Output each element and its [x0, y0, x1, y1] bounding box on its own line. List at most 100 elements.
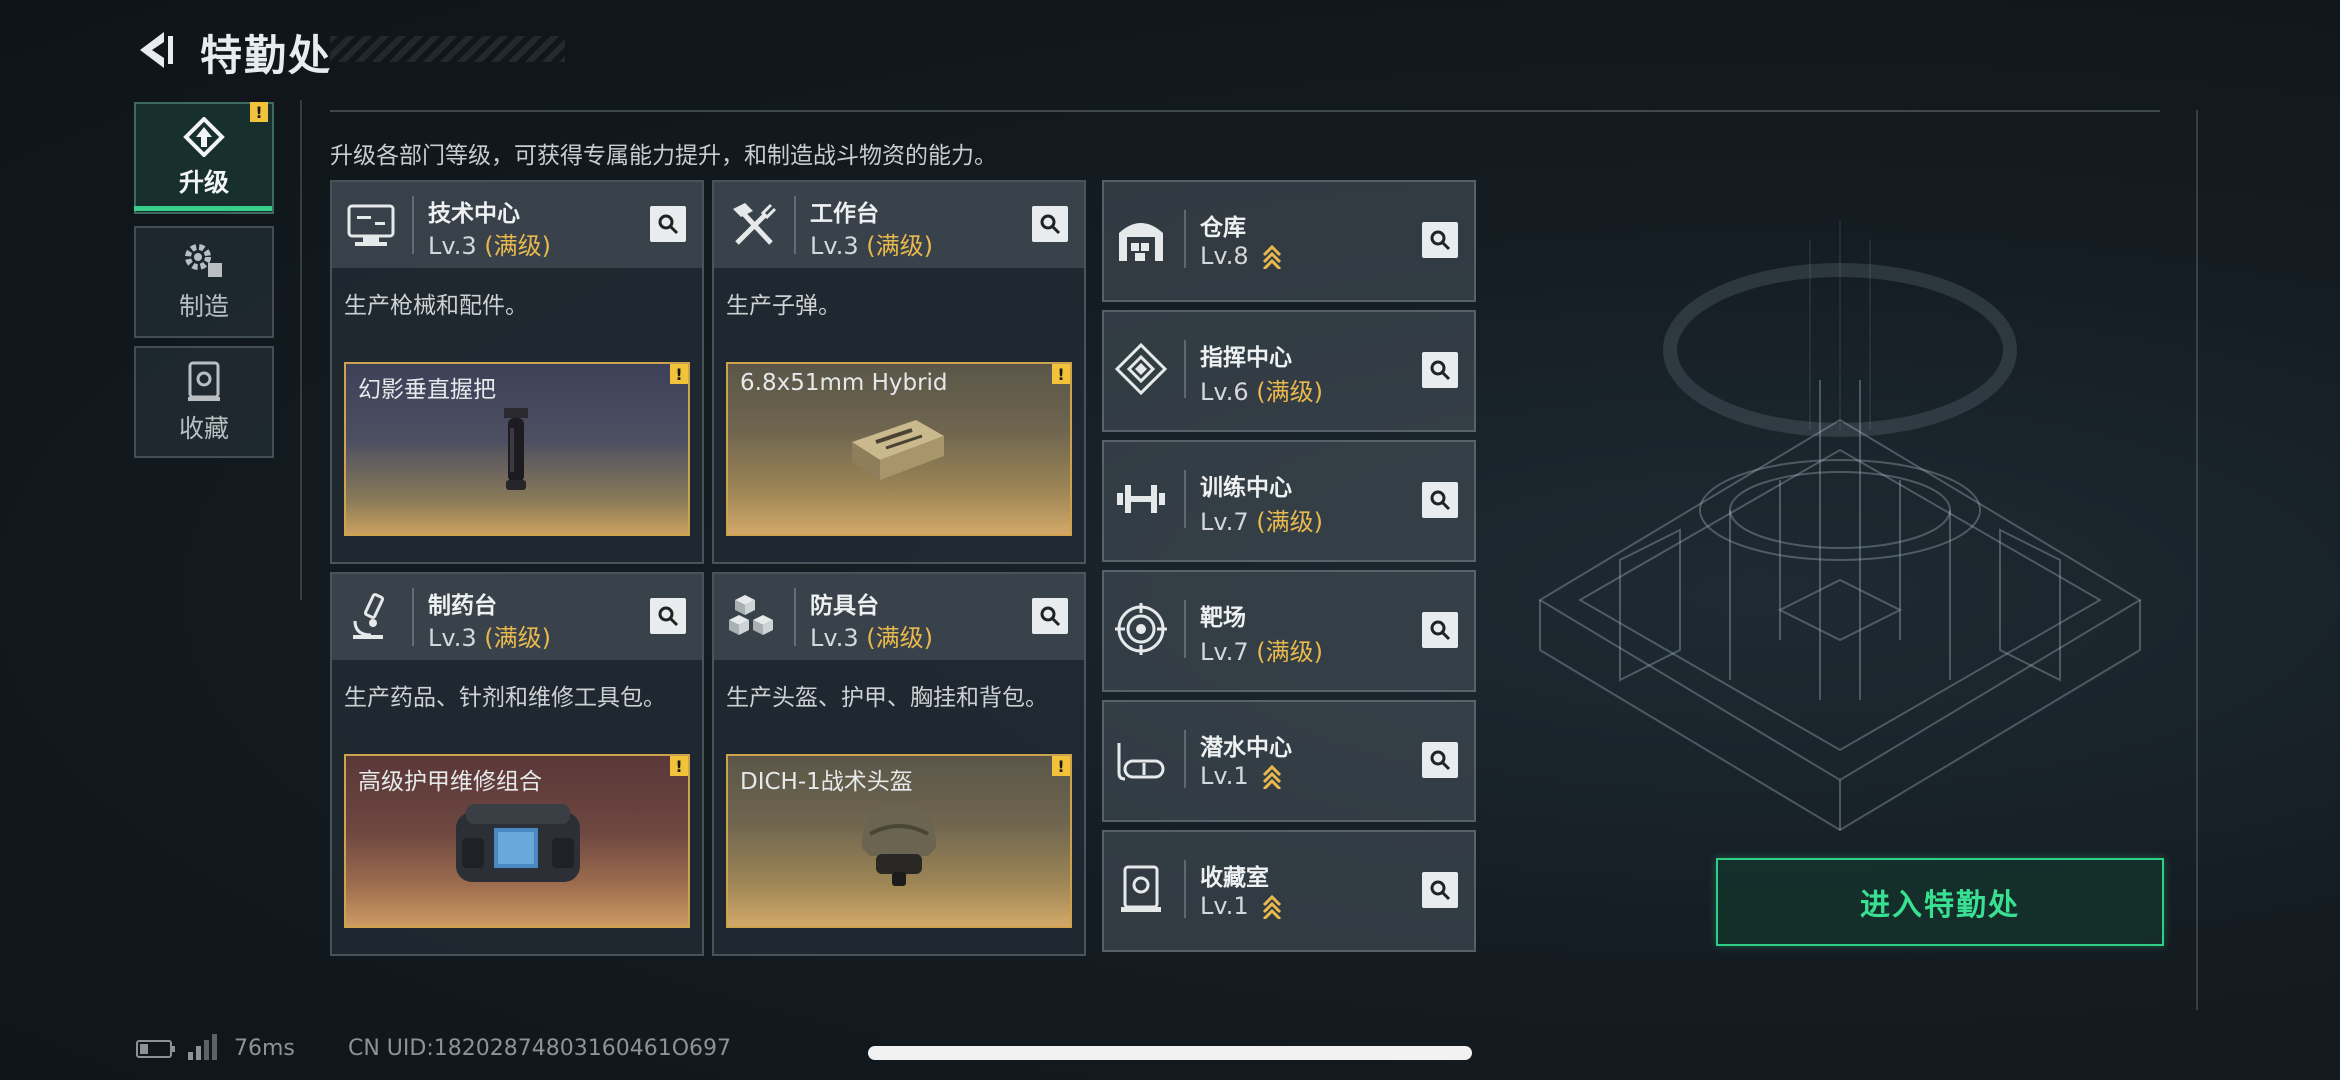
card-separator: [1184, 470, 1186, 528]
card-separator: [412, 588, 414, 646]
facility-training-center[interactable]: 训练中心 Lv.7 (满级): [1102, 440, 1476, 562]
facility-name: 工作台: [810, 201, 879, 227]
facility-level: Lv.6 (满级): [1200, 372, 1323, 407]
facility-level: Lv.7 (满级): [1200, 632, 1323, 667]
card-separator: [1184, 340, 1186, 398]
search-button[interactable]: [1422, 612, 1458, 648]
enter-special-ops-button[interactable]: 进入特勤处: [1716, 858, 2164, 946]
battery-icon: [136, 1040, 175, 1058]
product-slot[interactable]: DICH-1战术头盔 !: [726, 754, 1072, 928]
facility-level: Lv.3 (满级): [810, 618, 933, 653]
facility-collection-room[interactable]: 收藏室 Lv.1: [1102, 830, 1476, 952]
card-header: 技术中心 Lv.3 (满级): [332, 182, 702, 268]
back-button[interactable]: [132, 24, 180, 76]
tab-craft[interactable]: 制造: [134, 226, 274, 338]
page-title: 特勤处: [200, 31, 333, 80]
title-stripe-decoration: [330, 36, 565, 62]
search-button[interactable]: [1032, 598, 1068, 634]
search-button[interactable]: [1422, 482, 1458, 518]
product-slot[interactable]: 高级护甲维修组合 !: [344, 754, 690, 928]
card-header: 工作台 Lv.3 (满级): [714, 182, 1084, 268]
product-slot[interactable]: 6.8x51mm Hybrid !: [726, 362, 1072, 536]
search-button[interactable]: [1032, 206, 1068, 242]
level-value: Lv.6: [1200, 378, 1249, 406]
microscope-icon: [342, 588, 400, 646]
armor-repair-kit-image: [456, 804, 580, 882]
gears-icon: [185, 244, 222, 277]
search-button[interactable]: [1422, 222, 1458, 258]
computer-icon: [342, 196, 400, 254]
facility-name: 指挥中心: [1200, 345, 1292, 371]
production-card-workbench[interactable]: 工作台 Lv.3 (满级) 生产子弹。 6.8x51mm Hybrid !: [712, 180, 1086, 564]
upgrade-available-icon: [1263, 765, 1282, 789]
facility-level: Lv.7 (满级): [1200, 502, 1323, 537]
back-arrow-icon: [140, 32, 173, 68]
product-name: 6.8x51mm Hybrid: [740, 370, 948, 396]
production-card-pharmacy[interactable]: 制药台 Lv.3 (满级) 生产药品、针剂和维修工具包。 高级护甲维修组合 !: [330, 572, 704, 956]
tab-upgrade-label: 升级: [178, 168, 229, 197]
product-name: DICH-1战术头盔: [740, 769, 913, 795]
product-warning-badge: !: [670, 756, 688, 776]
facility-level: Lv.3 (满级): [428, 226, 551, 261]
search-button[interactable]: [650, 206, 686, 242]
facility-name: 收藏室: [1200, 865, 1269, 891]
product-warning-badge: !: [1052, 364, 1070, 384]
tactical-helmet-image: [862, 804, 936, 886]
facility-diving-center[interactable]: 潜水中心 Lv.1: [1102, 700, 1476, 822]
search-icon: [1430, 750, 1451, 771]
product-slot[interactable]: 幻影垂直握把 !: [344, 362, 690, 536]
facility-description: 生产头盔、护甲、胸挂和背包。: [726, 685, 1048, 711]
max-level-tag: (满级): [484, 624, 551, 652]
max-level-tag: (满级): [484, 232, 551, 260]
description-text: 升级各部门等级，可获得专属能力提升，和制造战斗物资的能力。: [330, 143, 997, 169]
level-value: Lv.3: [810, 624, 859, 652]
tab-collection[interactable]: 收藏: [134, 346, 274, 458]
production-card-tech-center[interactable]: 技术中心 Lv.3 (满级) 生产枪械和配件。 幻影垂直握把 !: [330, 180, 704, 564]
search-icon: [1040, 214, 1061, 235]
card-separator: [1184, 600, 1186, 658]
max-level-tag: (满级): [866, 624, 933, 652]
left-guide-line: [300, 100, 302, 600]
warehouse-icon: [1112, 210, 1170, 268]
search-icon: [1430, 620, 1451, 641]
ping-value: 76ms: [234, 1036, 295, 1061]
signal-icon: [188, 1034, 217, 1060]
vertical-grip-image: [504, 408, 528, 490]
facility-name: 技术中心: [428, 201, 520, 227]
search-button[interactable]: [1422, 352, 1458, 388]
upgrade-icon: [183, 117, 225, 157]
facility-name: 靶场: [1200, 605, 1246, 631]
search-button[interactable]: [1422, 742, 1458, 778]
max-level-tag: (满级): [1256, 378, 1323, 406]
max-level-tag: (满级): [1256, 638, 1323, 666]
card-separator: [1184, 860, 1186, 918]
search-icon: [1430, 360, 1451, 381]
facility-warehouse[interactable]: 仓库 Lv.8: [1102, 180, 1476, 302]
max-level-tag: (满级): [866, 232, 933, 260]
base-wireframe-illustration: [1538, 220, 2142, 832]
card-separator: [412, 196, 414, 254]
facility-name: 潜水中心: [1200, 735, 1292, 761]
max-level-tag: (满级): [1256, 508, 1323, 536]
card-header: 制药台 Lv.3 (满级): [332, 574, 702, 660]
home-indicator[interactable]: [868, 1046, 1472, 1060]
facility-level: Lv.3 (满级): [810, 226, 933, 261]
facility-command-center[interactable]: 指挥中心 Lv.6 (满级): [1102, 310, 1476, 432]
facility-name: 制药台: [428, 593, 497, 619]
command-icon: [1112, 340, 1170, 398]
card-separator: [794, 588, 796, 646]
search-button[interactable]: [650, 598, 686, 634]
tab-active-indicator: [134, 206, 272, 211]
search-button[interactable]: [1422, 872, 1458, 908]
production-card-armor-bench[interactable]: 防具台 Lv.3 (满级) 生产头盔、护甲、胸挂和背包。 DICH-1战术头盔 …: [712, 572, 1086, 956]
tab-collection-label: 收藏: [178, 414, 229, 443]
search-icon: [1430, 490, 1451, 511]
collection-icon: [188, 361, 220, 401]
facility-level: Lv.3 (满级): [428, 618, 551, 653]
level-value: Lv.7: [1200, 638, 1249, 666]
level-value: Lv.8: [1200, 242, 1249, 270]
level-value: Lv.3: [810, 232, 859, 260]
diving-mask-icon: [1112, 730, 1170, 788]
card-header: 防具台 Lv.3 (满级): [714, 574, 1084, 660]
facility-shooting-range[interactable]: 靶场 Lv.7 (满级): [1102, 570, 1476, 692]
